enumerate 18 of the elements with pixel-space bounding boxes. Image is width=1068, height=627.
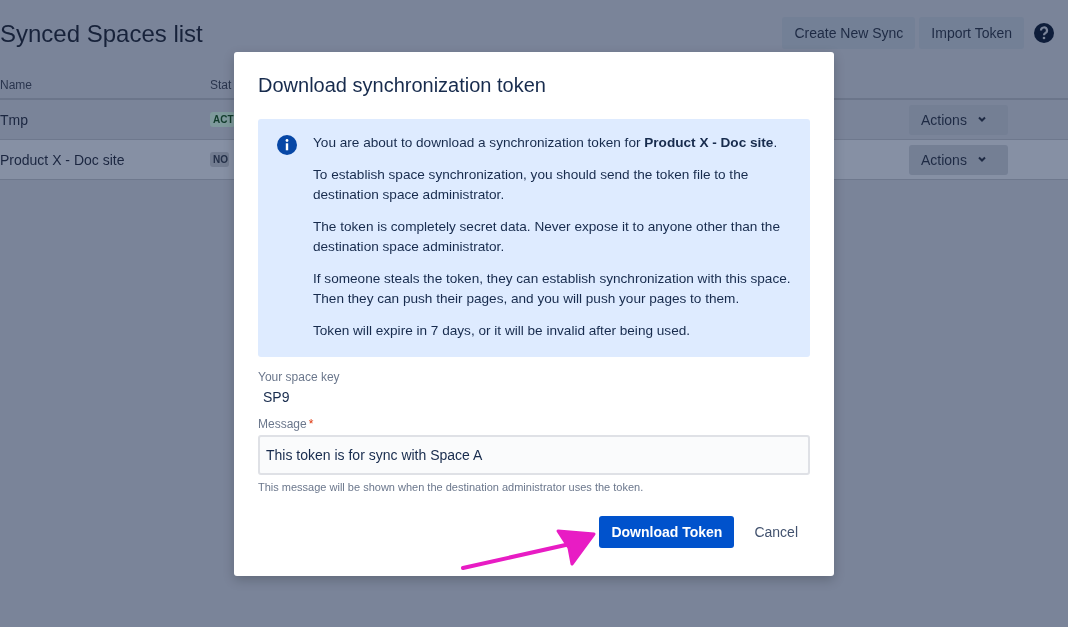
status-lozenge: ACT <box>210 112 235 127</box>
space-key-value: SP9 <box>263 388 291 406</box>
dialog-title: Download synchronization token <box>258 74 547 97</box>
column-header: Stat <box>210 78 232 92</box>
helper-text: This message will be shown when the destination administrator uses the token. <box>258 481 645 493</box>
info-paragraph: To establish space synchronization, you should send the token file to the destination space administrator. <box>313 166 750 204</box>
column-header: Name <box>0 78 33 92</box>
info-paragraph: The token is completely secret data. Never expose it to anyone other than the destination space administrator. <box>313 218 781 256</box>
field-label: Message <box>258 417 307 431</box>
space-name: Product X - Doc site <box>0 151 126 168</box>
info-paragraph: If someone steals the token, they can establish synchronization with this space. Then they can push their pages, and you will push your pages to them. <box>313 270 792 308</box>
info-paragraph: You are about to download a synchronization token for Product X - Doc site. <box>313 134 779 152</box>
required-mark: * <box>308 417 314 431</box>
field-label: Your space key <box>258 369 341 385</box>
page-title: Synced Spaces list <box>0 20 204 48</box>
space-name: Tmp <box>0 111 29 128</box>
status-lozenge: NO <box>210 152 229 167</box>
info-paragraph: Token will expire in 7 days, or it will be invalid after being used. <box>313 322 692 340</box>
